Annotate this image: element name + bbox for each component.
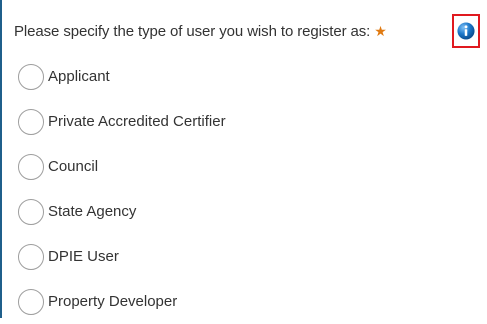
info-icon[interactable] bbox=[457, 22, 475, 40]
option-council[interactable]: Council bbox=[18, 144, 478, 189]
option-label: State Agency bbox=[48, 203, 137, 220]
option-label: Council bbox=[48, 158, 99, 175]
user-type-question: Please specify the type of user you wish… bbox=[14, 14, 484, 48]
radio-button[interactable] bbox=[18, 243, 44, 270]
radio-button[interactable] bbox=[18, 153, 44, 180]
option-label: DPIE User bbox=[48, 248, 119, 265]
option-label: Property Developer bbox=[48, 293, 178, 310]
option-private-accredited-certifier[interactable]: Private Accredited Certifier bbox=[18, 99, 478, 144]
option-label: Private Accredited Certifier bbox=[48, 113, 226, 130]
option-label: Applicant bbox=[48, 68, 110, 85]
radio-button[interactable] bbox=[18, 108, 44, 135]
option-dpie-user[interactable]: DPIE User bbox=[18, 234, 478, 279]
radio-button[interactable] bbox=[18, 198, 44, 225]
option-applicant[interactable]: Applicant bbox=[18, 54, 478, 99]
option-state-agency[interactable]: State Agency bbox=[18, 189, 478, 234]
user-type-radio-group: Applicant Private Accredited Certifier C… bbox=[18, 54, 478, 324]
question-label: Please specify the type of user you wish… bbox=[14, 22, 371, 40]
form-left-border bbox=[0, 0, 2, 318]
required-star-icon: ★ bbox=[374, 23, 387, 39]
info-button[interactable] bbox=[452, 14, 480, 48]
radio-button[interactable] bbox=[18, 63, 44, 90]
option-property-developer[interactable]: Property Developer bbox=[18, 279, 478, 324]
radio-button[interactable] bbox=[18, 288, 44, 315]
